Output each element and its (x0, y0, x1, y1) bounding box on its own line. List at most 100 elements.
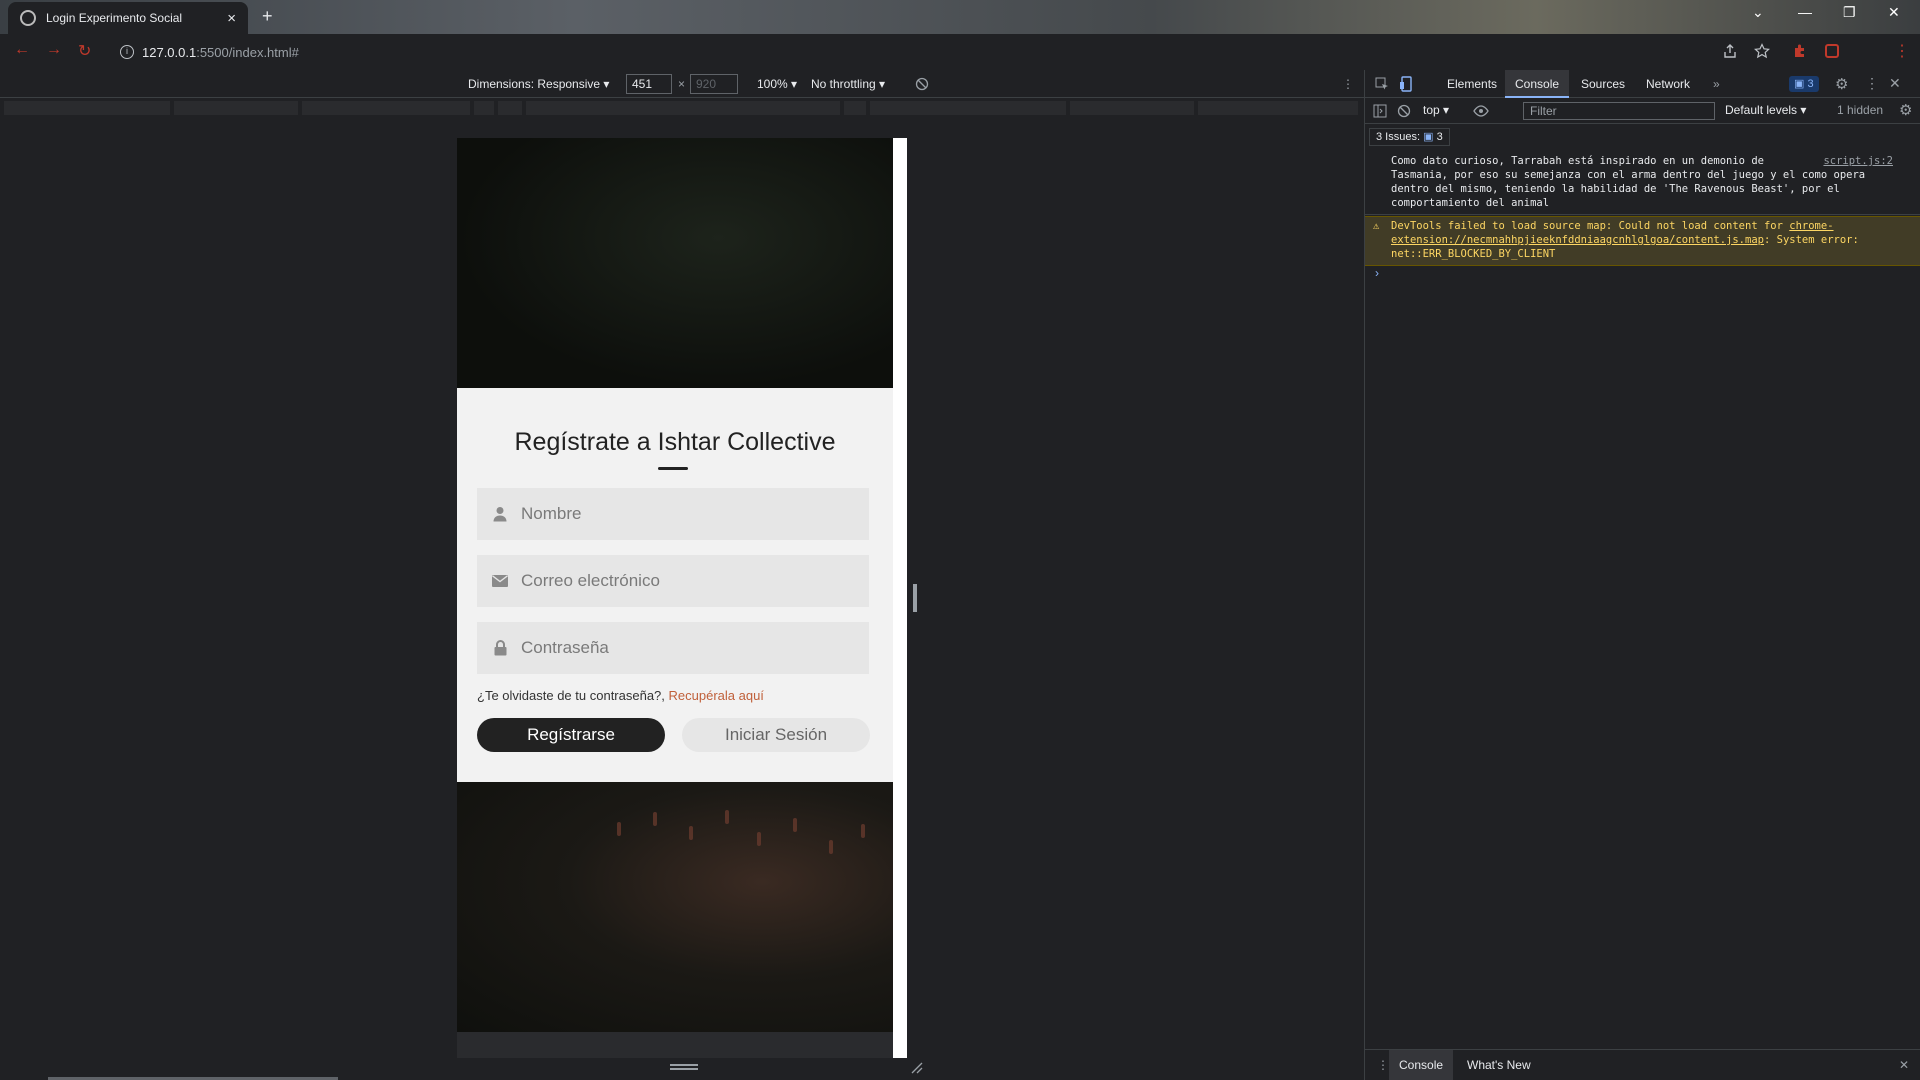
device-toolbar: Dimensions: Responsive ▾ 451 × 920 100% … (0, 70, 1364, 98)
zoom-dropdown[interactable]: 100% ▾ (757, 77, 797, 91)
viewport-scrollbar[interactable] (893, 138, 907, 1058)
name-field[interactable]: Nombre (477, 488, 869, 540)
media-segment[interactable] (474, 101, 494, 115)
browser-tab[interactable]: Login Experimento Social × (8, 2, 248, 34)
tab-sources[interactable]: Sources (1571, 70, 1635, 98)
page-title: Regístrate a Ishtar Collective (514, 428, 836, 456)
console-warning-entry: ⚠ DevTools failed to load source map: Co… (1365, 216, 1920, 266)
browser-tab-strip: Login Experimento Social × + ⌄ — ❐ ✕ (0, 0, 1920, 34)
forward-icon[interactable]: → (46, 41, 62, 59)
console-settings-gear-icon[interactable]: ⚙ (1899, 101, 1912, 119)
issues-message-icon: ▣ (1423, 131, 1434, 143)
log-levels-dropdown[interactable]: Default levels ▾ (1725, 103, 1806, 117)
extension-puzzle-icon[interactable] (1792, 43, 1808, 59)
console-filter-input[interactable]: Filter (1523, 102, 1715, 120)
envelope-icon (491, 572, 509, 590)
issues-badge-count: 3 (1807, 78, 1814, 90)
more-tabs-icon[interactable]: » (1703, 70, 1730, 98)
viewport-height-resize-handle[interactable] (670, 1064, 698, 1070)
password-field[interactable]: Contraseña (477, 622, 869, 674)
devtools-drawer: ⋮ Console What's New ✕ (1365, 1049, 1920, 1080)
favicon-icon (20, 10, 36, 26)
dimension-separator: × (678, 77, 686, 91)
issues-bar[interactable]: 3 Issues: ▣ 3 (1369, 128, 1450, 146)
restore-button[interactable]: ❐ (1843, 4, 1856, 21)
sidebar-toggle-icon[interactable] (1373, 104, 1387, 118)
site-info-icon[interactable]: i (120, 45, 134, 59)
forgot-password-text: ¿Te olvidaste de tu contraseña?, Recupér… (477, 688, 764, 703)
media-segment[interactable] (4, 101, 170, 115)
log-source-link[interactable]: script.js:2 (1823, 154, 1893, 168)
media-segment[interactable] (174, 101, 298, 115)
dimensions-dropdown[interactable]: Dimensions: Responsive ▾ (468, 77, 609, 91)
share-icon[interactable] (1722, 43, 1738, 59)
issues-count: 3 (1436, 131, 1443, 143)
devtools-menu-icon[interactable]: ⋮ (1865, 75, 1879, 92)
device-toolbar-menu-icon[interactable]: ⋮ (1342, 77, 1354, 91)
email-field[interactable]: Correo electrónico (477, 555, 869, 607)
console-log-entry: script.js:2 Como dato curioso, Tarrabah … (1365, 152, 1920, 215)
throttling-dropdown[interactable]: No throttling ▾ (811, 77, 885, 91)
device-toggle-icon[interactable] (1399, 76, 1413, 92)
close-devtools-icon[interactable]: ✕ (1889, 75, 1901, 92)
browser-menu-icon[interactable]: ⋮ (1894, 41, 1910, 61)
media-segment[interactable] (302, 101, 470, 115)
address-bar-row: ← → ↻ i 127.0.0.1 :5500/index.html# J ⋮ (0, 34, 1920, 96)
viewport-width-input[interactable]: 451 (626, 74, 672, 94)
close-window-button[interactable]: ✕ (1888, 4, 1900, 21)
user-icon (491, 505, 509, 523)
drawer-close-icon[interactable]: ✕ (1889, 1050, 1919, 1080)
hidden-count: 1 hidden (1837, 103, 1884, 117)
drawer-tab-console[interactable]: Console (1389, 1050, 1454, 1080)
tab-title: Login Experimento Social (46, 11, 183, 25)
live-expression-eye-icon[interactable] (1473, 105, 1489, 117)
tab-close-button[interactable]: × (227, 10, 236, 27)
login-button[interactable]: Iniciar Sesión (682, 718, 870, 752)
register-card: Regístrate a Ishtar Collective Nombre Co… (457, 388, 893, 782)
password-placeholder: Contraseña (521, 638, 609, 657)
footer-background-image (457, 782, 893, 1032)
title-underline (658, 467, 688, 470)
viewport-resize-handle[interactable] (913, 584, 917, 612)
tab-elements[interactable]: Elements (1437, 70, 1507, 98)
settings-gear-icon[interactable]: ⚙ (1835, 75, 1848, 93)
inspect-element-icon[interactable] (1375, 77, 1389, 91)
media-segment[interactable] (1198, 101, 1358, 115)
resize-corner-icon[interactable] (911, 1062, 923, 1074)
media-segment[interactable] (526, 101, 840, 115)
tab-search-button[interactable]: ⌄ (1752, 4, 1764, 21)
media-query-bar (0, 99, 1364, 117)
new-tab-button[interactable]: + (262, 6, 273, 27)
extension-shield-icon[interactable] (1824, 43, 1840, 59)
name-placeholder: Nombre (521, 504, 582, 523)
register-button[interactable]: Regístrarse (477, 718, 665, 752)
media-segment[interactable] (498, 101, 522, 115)
clear-console-icon[interactable] (1397, 104, 1411, 118)
context-selector[interactable]: top ▾ (1423, 103, 1449, 117)
recover-password-link[interactable]: Recupérala aquí (669, 688, 764, 703)
email-placeholder: Correo electrónico (521, 571, 660, 590)
log-message: Como dato curioso, Tarrabah está inspira… (1391, 155, 1866, 209)
bookmark-star-icon[interactable] (1754, 43, 1770, 59)
warning-prefix: DevTools failed to load source map: Coul… (1391, 220, 1790, 232)
media-segment[interactable] (870, 101, 1066, 115)
lock-icon (491, 639, 509, 657)
drawer-tab-whats-new[interactable]: What's New (1457, 1050, 1541, 1080)
devtools-panel: Elements Console Sources Network » ▣ 3 ⚙… (1364, 70, 1920, 1080)
url-host: 127.0.0.1 (142, 44, 197, 60)
url-field[interactable]: i 127.0.0.1 :5500/index.html# (120, 39, 1760, 65)
tab-network[interactable]: Network (1636, 70, 1700, 98)
media-segment[interactable] (844, 101, 866, 115)
minimize-button[interactable]: — (1798, 4, 1812, 20)
issues-label: 3 Issues: (1376, 131, 1421, 143)
viewport-height-input[interactable]: 920 (690, 74, 738, 94)
media-segment[interactable] (1070, 101, 1194, 115)
console-toolbar: top ▾ Filter Default levels ▾ 1 hidden ⚙ (1365, 98, 1920, 124)
issues-counter-badge[interactable]: ▣ 3 (1789, 76, 1819, 92)
back-icon[interactable]: ← (14, 41, 30, 59)
console-prompt[interactable]: › (1375, 266, 1379, 280)
tab-console[interactable]: Console (1505, 70, 1570, 98)
rotate-disabled-icon[interactable] (915, 77, 929, 91)
emulated-viewport: Regístrate a Ishtar Collective Nombre Co… (457, 138, 907, 1058)
reload-icon[interactable]: ↻ (78, 41, 91, 61)
